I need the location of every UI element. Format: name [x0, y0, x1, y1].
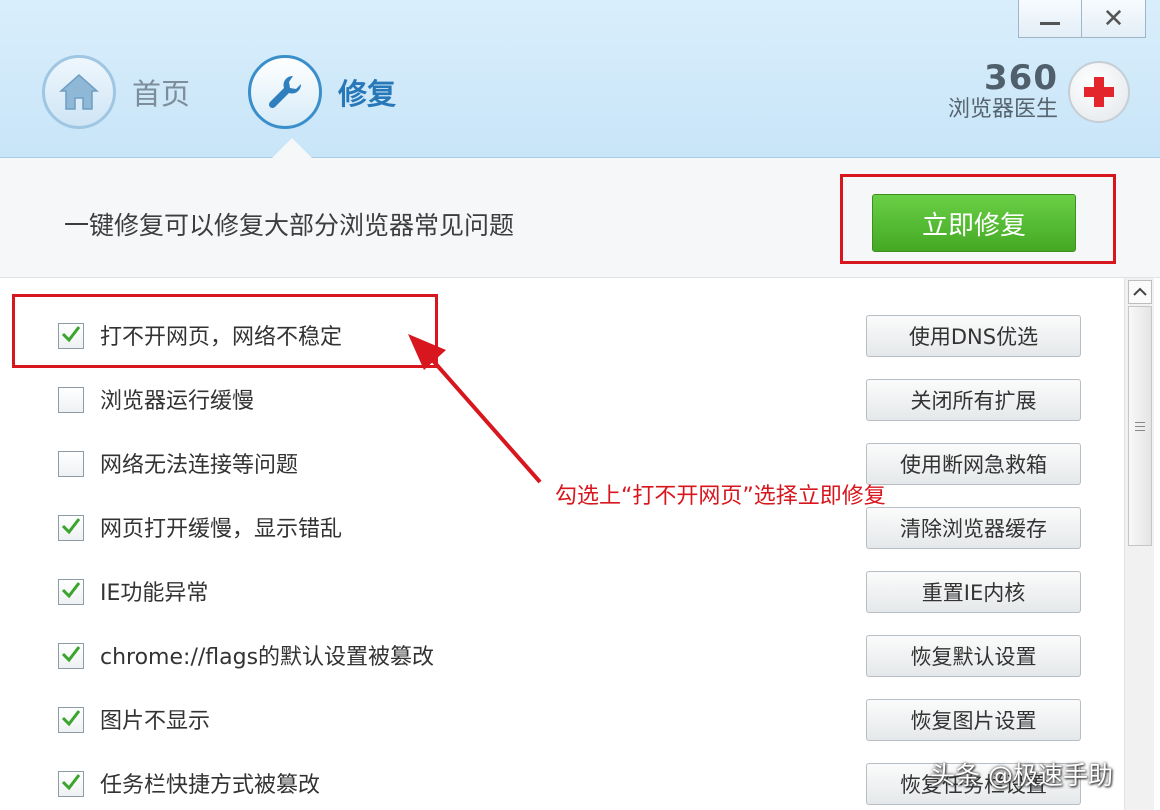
- wrench-icon: [248, 55, 322, 129]
- item-action-button[interactable]: 恢复图片设置: [866, 699, 1081, 741]
- header-bar: ✕ 首页 修复 360 浏览器医生: [0, 0, 1160, 158]
- window-controls: ✕: [1018, 0, 1146, 38]
- checkmark-icon: [60, 643, 82, 669]
- close-icon: ✕: [1102, 3, 1125, 34]
- nav-repair-label: 修复: [338, 77, 397, 111]
- item-checkbox[interactable]: [58, 515, 84, 541]
- item-action-button[interactable]: 清除浏览器缓存: [866, 507, 1081, 549]
- item-checkbox[interactable]: [58, 323, 84, 349]
- minimize-button[interactable]: [1018, 0, 1082, 38]
- checkmark-icon: [60, 579, 82, 605]
- item-checkbox[interactable]: [58, 643, 84, 669]
- item-label: 浏览器运行缓慢: [100, 389, 255, 414]
- close-button[interactable]: ✕: [1082, 0, 1146, 38]
- item-action-button[interactable]: 恢复默认设置: [866, 635, 1081, 677]
- item-checkbox[interactable]: [58, 387, 84, 413]
- nav-home-label: 首页: [132, 77, 191, 111]
- list-item: IE功能异常 重置IE内核: [0, 561, 1124, 625]
- active-tab-pointer: [272, 138, 312, 158]
- chevron-up-icon: [1133, 287, 1147, 296]
- nav-repair[interactable]: 修复: [248, 55, 396, 129]
- checkmark-icon: [60, 323, 82, 349]
- item-checkbox[interactable]: [58, 579, 84, 605]
- list-item: 图片不显示 恢复图片设置: [0, 689, 1124, 753]
- home-icon: [42, 55, 116, 129]
- item-checkbox[interactable]: [58, 451, 84, 477]
- brand: 360 浏览器医生: [948, 60, 1130, 124]
- repair-now-button[interactable]: 立即修复: [872, 194, 1076, 252]
- brand-name: 浏览器医生: [947, 97, 1058, 122]
- list-scrollbar[interactable]: [1124, 278, 1154, 810]
- list-item: 打不开网页，网络不稳定 使用DNS优选: [0, 305, 1124, 369]
- checkmark-icon: [60, 771, 82, 797]
- repair-description: 一键修复可以修复大部分浏览器常见问题: [64, 211, 515, 240]
- item-label: 图片不显示: [100, 709, 211, 734]
- item-action-button[interactable]: 使用断网急救箱: [866, 443, 1081, 485]
- scroll-up-button[interactable]: [1128, 280, 1152, 304]
- medical-cross-logo-icon: [1068, 61, 1130, 123]
- item-label: chrome://flags的默认设置被篡改: [100, 645, 435, 670]
- item-label: 网页打开缓慢，显示错乱: [100, 517, 343, 542]
- item-action-button[interactable]: 使用DNS优选: [866, 315, 1081, 357]
- repair-item-list: 打不开网页，网络不稳定 使用DNS优选 浏览器运行缓慢 关闭所有扩展 网络无法连…: [0, 278, 1124, 810]
- scroll-thumb[interactable]: [1128, 306, 1152, 546]
- item-checkbox[interactable]: [58, 707, 84, 733]
- item-label: IE功能异常: [100, 581, 209, 606]
- item-action-button[interactable]: 重置IE内核: [866, 571, 1081, 613]
- item-checkbox[interactable]: [58, 771, 84, 797]
- checkmark-icon: [60, 515, 82, 541]
- watermark: 头条 @极速手助: [930, 761, 1113, 790]
- annotation-text: 勾选上“打不开网页”选择立即修复: [555, 484, 886, 509]
- grip-icon: [1135, 421, 1145, 431]
- checkmark-icon: [60, 707, 82, 733]
- nav-home[interactable]: 首页: [42, 55, 190, 129]
- brand-number: 360: [984, 58, 1058, 98]
- list-item: 浏览器运行缓慢 关闭所有扩展: [0, 369, 1124, 433]
- item-action-button[interactable]: 关闭所有扩展: [866, 379, 1081, 421]
- item-label: 网络无法连接等问题: [100, 453, 299, 478]
- list-item: chrome://flags的默认设置被篡改 恢复默认设置: [0, 625, 1124, 689]
- item-label: 任务栏快捷方式被篡改: [100, 773, 321, 798]
- minimize-icon: [1040, 22, 1060, 25]
- item-label: 打不开网页，网络不稳定: [100, 325, 343, 350]
